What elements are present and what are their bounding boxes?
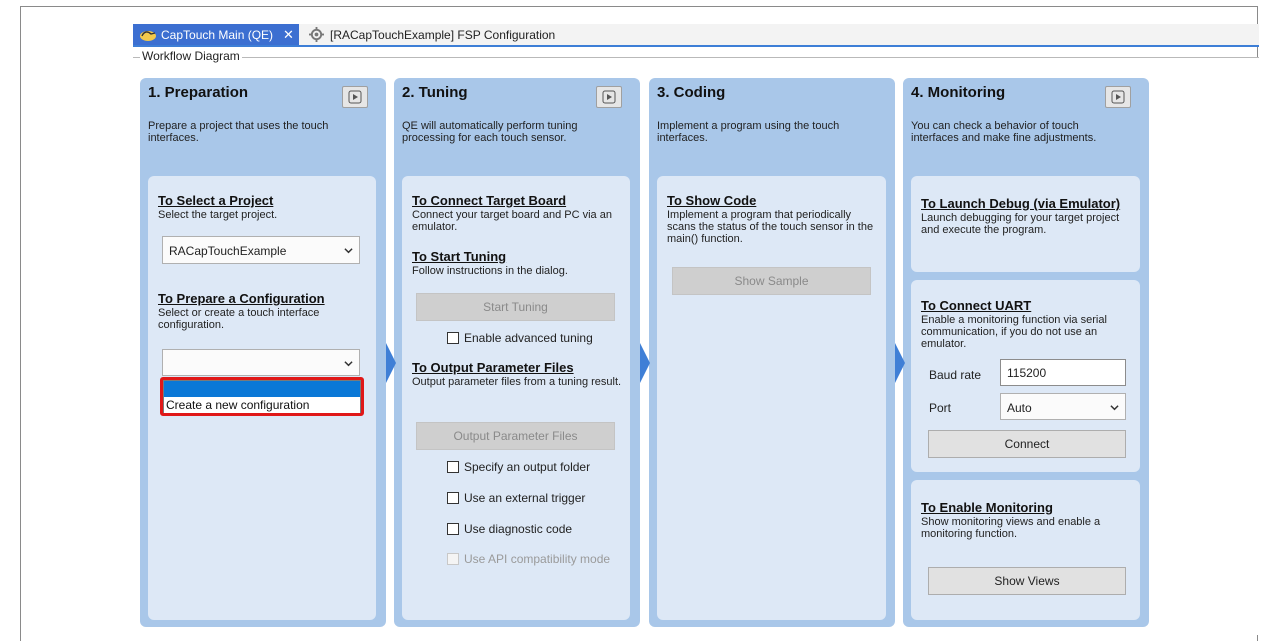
connect-button[interactable]: Connect [928,430,1126,458]
dropdown-option-create-new-configuration[interactable]: Create a new configuration [164,397,360,413]
baud-rate-input[interactable]: 115200 [1000,359,1126,386]
column-monitoring: 4. Monitoring You can check a behavior o… [903,78,1149,627]
section-title: To Enable Monitoring [921,500,1053,515]
chevron-down-icon [1110,405,1119,411]
use-external-trigger-checkbox[interactable]: Use an external trigger [447,491,585,505]
chevron-down-icon [344,361,353,367]
use-api-compatibility-checkbox[interactable]: Use API compatibility mode [447,552,610,566]
video-play-button[interactable] [596,86,622,108]
play-icon [1111,90,1125,104]
section-description: Output parameter files from a tuning res… [412,376,622,388]
column-preparation: 1. Preparation Prepare a project that us… [140,78,386,627]
column-description: Implement a program using the touch inte… [657,120,840,144]
section-description: Launch debugging for your target project… [921,212,1120,236]
video-play-button[interactable] [342,86,368,108]
section-description: Enable a monitoring function via serial … [921,314,1107,350]
flow-arrow-icon [386,343,396,383]
editor-tab-bar: CapTouch Main (QE) ✕ [RACapTouchExample]… [133,24,1259,47]
section-title: To Start Tuning [412,249,507,264]
checkbox-box [447,553,459,565]
tab-captouch-main-label: CapTouch Main (QE) [161,27,274,42]
port-label: Port [929,401,952,415]
column-description: Prepare a project that uses the touch in… [148,120,329,144]
section-description: Select or create a touch interface confi… [158,307,320,331]
project-select-value: RACapTouchExample [169,244,287,258]
chevron-down-icon [344,248,353,254]
checkbox-box [447,492,459,504]
baud-rate-label: Baud rate [929,368,982,382]
play-icon [348,90,362,104]
checkbox-box [447,461,459,473]
dropdown-option-blank[interactable] [164,381,360,397]
flow-arrow-icon [640,343,650,383]
play-icon [602,90,616,104]
column-title: 1. Preparation [148,84,249,101]
hand-touch-icon [140,30,156,41]
column-title: 4. Monitoring [911,84,1006,101]
section-description: Select the target project. [158,209,278,221]
enable-advanced-tuning-checkbox[interactable]: Enable advanced tuning [447,331,593,345]
port-select[interactable]: Auto [1000,393,1126,420]
section-description: Connect your target board and PC via an … [412,209,612,233]
show-views-button[interactable]: Show Views [928,567,1126,595]
section-title: To Connect Target Board [412,193,567,208]
specify-output-folder-checkbox[interactable]: Specify an output folder [447,460,590,474]
launch-debug-panel: To Launch Debug (via Emulator) Launch de… [911,176,1140,272]
flow-arrow-icon [895,343,905,383]
column-title: 3. Coding [657,84,726,101]
configuration-select[interactable] [162,349,360,376]
section-description: Follow instructions in the dialog. [412,265,568,277]
start-tuning-button[interactable]: Start Tuning [416,293,615,321]
column-tuning: 2. Tuning QE will automatically perform … [394,78,640,627]
configuration-dropdown-list: Create a new configuration [163,380,361,414]
section-title: To Prepare a Configuration [158,291,325,306]
checkbox-box [447,332,459,344]
section-title: To Show Code [667,193,757,208]
gear-icon [309,27,324,42]
workflow-diagram-label: Workflow Diagram [140,49,242,63]
tab-fsp-configuration[interactable]: [RACapTouchExample] FSP Configuration [309,24,555,45]
section-title: To Select a Project [158,193,274,208]
column-description: QE will automatically perform tuning pro… [402,120,578,144]
output-parameter-files-button[interactable]: Output Parameter Files [416,422,615,450]
use-diagnostic-code-checkbox[interactable]: Use diagnostic code [447,522,572,536]
port-select-value: Auto [1007,401,1032,415]
column-description: You can check a behavior of touch interf… [911,120,1097,144]
checkbox-label: Use diagnostic code [464,522,573,536]
enable-monitoring-panel: To Enable Monitoring Show monitoring vie… [911,480,1140,620]
tuning-panel: To Connect Target Board Connect your tar… [402,176,630,620]
checkbox-label: Use an external trigger [464,491,586,505]
project-select[interactable]: RACapTouchExample [162,236,360,264]
connect-uart-panel: To Connect UART Enable a monitoring func… [911,280,1140,472]
column-title: 2. Tuning [402,84,468,101]
section-description: Show monitoring views and enable a monit… [921,516,1101,540]
column-coding: 3. Coding Implement a program using the … [649,78,895,627]
close-icon[interactable]: ✕ [283,27,294,43]
checkbox-box [447,523,459,535]
section-title: To Launch Debug (via Emulator) [921,196,1121,211]
tab-fsp-configuration-label: [RACapTouchExample] FSP Configuration [330,27,556,42]
show-sample-button[interactable]: Show Sample [672,267,871,295]
section-title: To Connect UART [921,298,1032,313]
section-description: Implement a program that periodically sc… [667,209,874,245]
section-title: To Output Parameter Files [412,360,574,375]
tab-captouch-main[interactable]: CapTouch Main (QE) ✕ [133,24,299,45]
coding-panel: To Show Code Implement a program that pe… [657,176,886,620]
video-play-button[interactable] [1105,86,1131,108]
checkbox-label: Specify an output folder [464,460,591,474]
checkbox-label: Enable advanced tuning [464,331,593,345]
checkbox-label: Use API compatibility mode [464,552,611,566]
